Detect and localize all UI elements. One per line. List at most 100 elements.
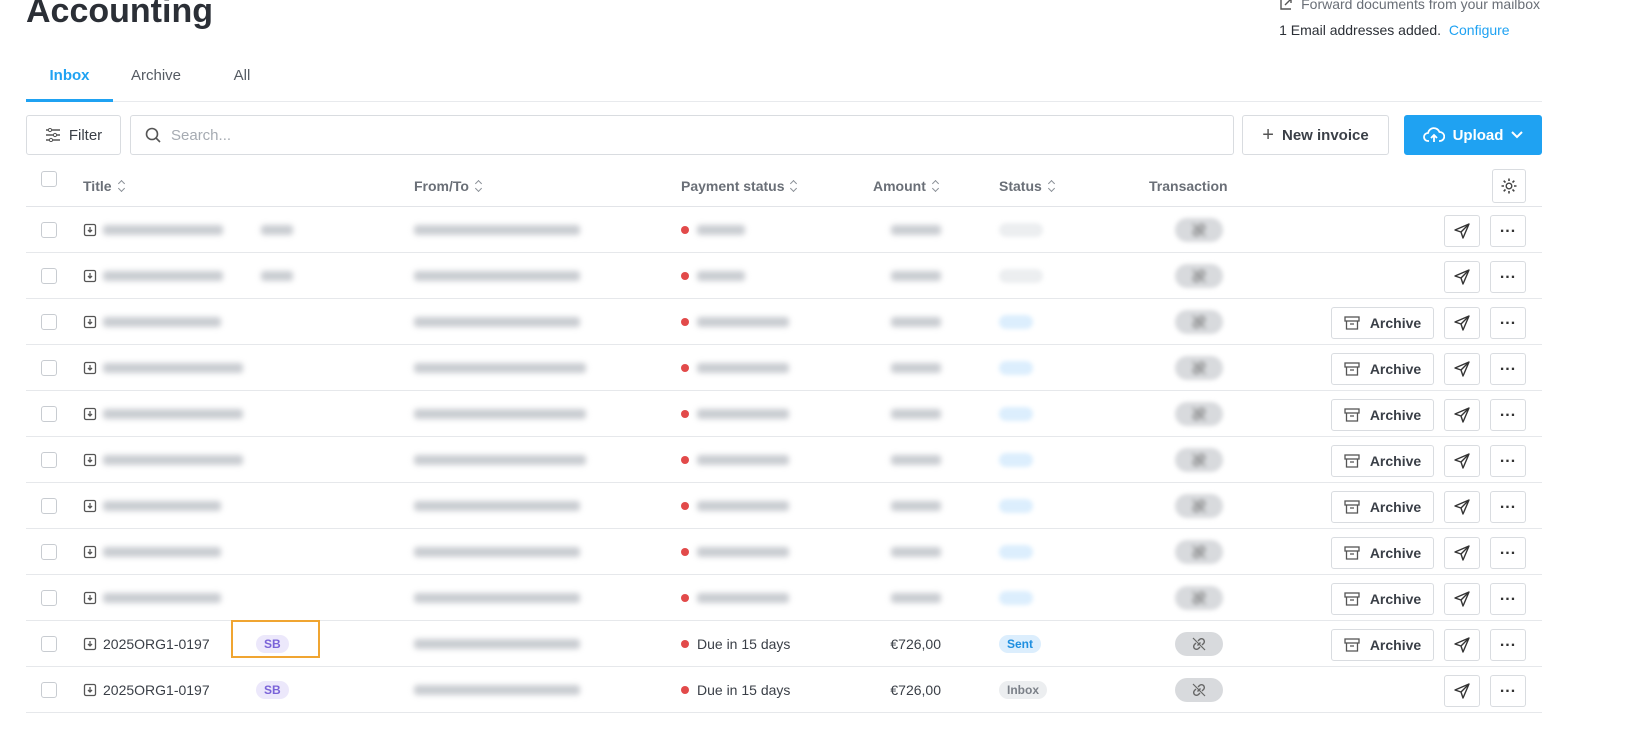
table-row[interactable]: 2025ORG1-0197 SB Due in 15 days €726,00 Inb…: [26, 667, 1542, 713]
row-checkbox[interactable]: [41, 452, 57, 468]
row-title-cell[interactable]: [83, 391, 243, 437]
row-title-cell[interactable]: 2025ORG1-0197: [83, 621, 210, 667]
send-button[interactable]: [1444, 537, 1480, 569]
table-row[interactable]: Archive ...: [26, 437, 1542, 483]
filter-button[interactable]: Filter: [26, 115, 121, 155]
unlink-transaction-pill[interactable]: [1175, 218, 1223, 242]
row-title-cell[interactable]: [83, 483, 221, 529]
table-row[interactable]: Archive ...: [26, 299, 1542, 345]
row-transaction[interactable]: [1175, 207, 1223, 253]
send-button[interactable]: [1444, 629, 1480, 661]
select-all-checkbox[interactable]: [41, 171, 57, 187]
col-amount[interactable]: Amount: [873, 165, 940, 207]
row-title-cell[interactable]: 2025ORG1-0197: [83, 667, 210, 713]
row-title-cell[interactable]: [83, 207, 223, 253]
table-row[interactable]: Archive ...: [26, 483, 1542, 529]
row-transaction[interactable]: [1175, 621, 1223, 667]
row-checkbox[interactable]: [41, 360, 57, 376]
row-checkbox[interactable]: [41, 268, 57, 284]
row-transaction[interactable]: [1175, 299, 1223, 345]
column-settings-button[interactable]: [1492, 169, 1526, 203]
table-row[interactable]: Archive ...: [26, 391, 1542, 437]
send-button[interactable]: [1444, 399, 1480, 431]
send-button[interactable]: [1444, 307, 1480, 339]
row-transaction[interactable]: [1175, 391, 1223, 437]
table-row[interactable]: ...: [26, 253, 1542, 299]
row-title-cell[interactable]: [83, 299, 221, 345]
row-transaction[interactable]: [1175, 253, 1223, 299]
more-options-button[interactable]: ...: [1490, 583, 1526, 615]
archive-button[interactable]: Archive: [1331, 307, 1434, 339]
tab-inbox[interactable]: Inbox: [26, 60, 113, 102]
archive-button[interactable]: Archive: [1331, 353, 1434, 385]
row-checkbox[interactable]: [41, 682, 57, 698]
tab-archive[interactable]: Archive: [124, 60, 188, 102]
unlink-transaction-pill[interactable]: [1175, 494, 1223, 518]
send-button[interactable]: [1444, 583, 1480, 615]
more-options-button[interactable]: ...: [1490, 537, 1526, 569]
send-button[interactable]: [1444, 353, 1480, 385]
unlink-transaction-pill[interactable]: [1175, 632, 1223, 656]
table-row[interactable]: Archive ...: [26, 345, 1542, 391]
unlink-transaction-pill[interactable]: [1175, 540, 1223, 564]
unlink-transaction-pill[interactable]: [1175, 264, 1223, 288]
row-title-cell[interactable]: [83, 345, 243, 391]
send-button[interactable]: [1444, 675, 1480, 707]
row-checkbox[interactable]: [41, 406, 57, 422]
more-options-button[interactable]: ...: [1490, 675, 1526, 707]
row-checkbox[interactable]: [41, 636, 57, 652]
archive-button[interactable]: Archive: [1331, 399, 1434, 431]
row-checkbox[interactable]: [41, 222, 57, 238]
row-title-cell[interactable]: [83, 575, 221, 621]
table-row[interactable]: ...: [26, 207, 1542, 253]
unlink-transaction-pill[interactable]: [1175, 402, 1223, 426]
row-checkbox[interactable]: [41, 314, 57, 330]
col-from-to[interactable]: From/To: [414, 165, 483, 207]
table-row[interactable]: Archive ...: [26, 575, 1542, 621]
archive-button[interactable]: Archive: [1331, 491, 1434, 523]
row-checkbox[interactable]: [41, 590, 57, 606]
col-payment-status[interactable]: Payment status: [681, 165, 798, 207]
configure-link[interactable]: Configure: [1449, 22, 1510, 38]
unlink-transaction-pill[interactable]: [1175, 310, 1223, 334]
archive-button[interactable]: Archive: [1331, 583, 1434, 615]
row-title-cell[interactable]: [83, 437, 243, 483]
row-checkbox[interactable]: [41, 498, 57, 514]
table-row[interactable]: Archive ...: [26, 529, 1542, 575]
more-options-button[interactable]: ...: [1490, 353, 1526, 385]
row-title-cell[interactable]: [83, 529, 221, 575]
row-transaction[interactable]: [1175, 575, 1223, 621]
more-options-button[interactable]: ...: [1490, 445, 1526, 477]
more-options-button[interactable]: ...: [1490, 261, 1526, 293]
col-status[interactable]: Status: [999, 165, 1056, 207]
row-checkbox[interactable]: [41, 544, 57, 560]
more-options-button[interactable]: ...: [1490, 491, 1526, 523]
row-transaction[interactable]: [1175, 483, 1223, 529]
more-options-button[interactable]: ...: [1490, 215, 1526, 247]
unlink-transaction-pill[interactable]: [1175, 678, 1223, 702]
row-transaction[interactable]: [1175, 437, 1223, 483]
archive-button[interactable]: Archive: [1331, 629, 1434, 661]
tab-all[interactable]: All: [222, 60, 262, 102]
unlink-transaction-pill[interactable]: [1175, 356, 1223, 380]
col-title[interactable]: Title: [83, 165, 126, 207]
search-box[interactable]: [130, 115, 1234, 155]
send-button[interactable]: [1444, 215, 1480, 247]
send-button[interactable]: [1444, 445, 1480, 477]
more-options-button[interactable]: ...: [1490, 629, 1526, 661]
row-transaction[interactable]: [1175, 667, 1223, 713]
row-transaction[interactable]: [1175, 345, 1223, 391]
row-transaction[interactable]: [1175, 529, 1223, 575]
new-invoice-button[interactable]: + New invoice: [1242, 115, 1389, 155]
send-button[interactable]: [1444, 491, 1480, 523]
archive-button[interactable]: Archive: [1331, 537, 1434, 569]
archive-button[interactable]: Archive: [1331, 445, 1434, 477]
search-input[interactable]: [169, 125, 1169, 145]
more-options-button[interactable]: ...: [1490, 307, 1526, 339]
unlink-transaction-pill[interactable]: [1175, 448, 1223, 472]
send-button[interactable]: [1444, 261, 1480, 293]
more-options-button[interactable]: ...: [1490, 399, 1526, 431]
row-title-cell[interactable]: [83, 253, 223, 299]
upload-button[interactable]: Upload: [1404, 115, 1542, 155]
unlink-transaction-pill[interactable]: [1175, 586, 1223, 610]
